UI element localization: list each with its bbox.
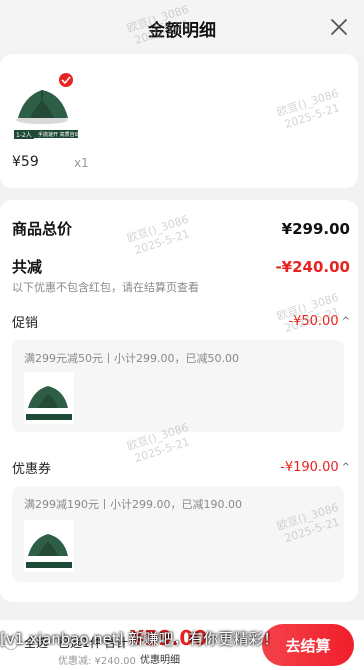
coupon-detail-box: 满299减190元丨小计299.00，已减190.00 xyxy=(12,486,344,582)
selected-count: 已选1件 xyxy=(58,636,102,650)
promo-row[interactable]: 促销 -¥50.00 ^ xyxy=(12,312,350,331)
product-quantity: x1 xyxy=(74,156,89,170)
close-icon[interactable] xyxy=(326,14,352,40)
sum-label: 合计 xyxy=(104,636,129,650)
discount-summary: 优惠减: ¥240.00 xyxy=(58,656,136,667)
modal-header: 金额明细 xyxy=(0,0,364,56)
coupon-row[interactable]: 优惠券 -¥190.00 ^ xyxy=(12,458,350,477)
discount-note: 以下优惠不包含红包，请在结算页查看 xyxy=(12,281,199,294)
coupon-label: 优惠券 xyxy=(12,462,52,477)
promo-rule: 满299元减50元丨小计299.00，已减50.00 xyxy=(24,352,239,365)
total-label: 商品总价 xyxy=(12,220,73,238)
promo-product-image xyxy=(24,372,74,424)
page-title: 金额明细 xyxy=(148,20,216,41)
promo-value: -¥50.00 xyxy=(288,314,339,329)
total-value: ¥299.00 xyxy=(281,219,350,238)
select-all-checkbox[interactable] xyxy=(4,636,18,650)
checkout-button[interactable]: 去结算 xyxy=(262,624,354,666)
thumb-tag: 1-2人 xyxy=(14,130,34,139)
discount-value: -¥240.00 xyxy=(275,257,350,276)
sum-value: ¥59.00 xyxy=(130,626,208,650)
total-row: 商品总价 ¥299.00 xyxy=(12,218,350,239)
discount-label: 共减 xyxy=(12,258,43,276)
promo-label: 促销 xyxy=(12,316,39,331)
chevron-up-icon[interactable]: ^ xyxy=(342,316,350,327)
coupon-rule: 满299减190元丨小计299.00，已减190.00 xyxy=(24,498,242,511)
coupon-value-wrap: -¥190.00 ^ xyxy=(280,460,350,475)
chevron-up-icon[interactable]: ^ xyxy=(342,462,350,473)
promo-detail-box: 满299元减50元丨小计299.00，已减50.00 xyxy=(12,340,344,432)
discount-detail-link[interactable]: 优惠明细 xyxy=(140,651,180,666)
coupon-value: -¥190.00 xyxy=(280,460,339,475)
thumb-caption: 手拋速开 高质自动帐 xyxy=(38,132,85,138)
product-price: ¥59 xyxy=(12,154,39,170)
coupon-product-image xyxy=(24,520,74,572)
select-all-label[interactable]: 全选 xyxy=(24,634,48,651)
promo-value-wrap: -¥50.00 ^ xyxy=(288,314,350,329)
discount-row: 共减 -¥240.00 xyxy=(12,256,350,277)
